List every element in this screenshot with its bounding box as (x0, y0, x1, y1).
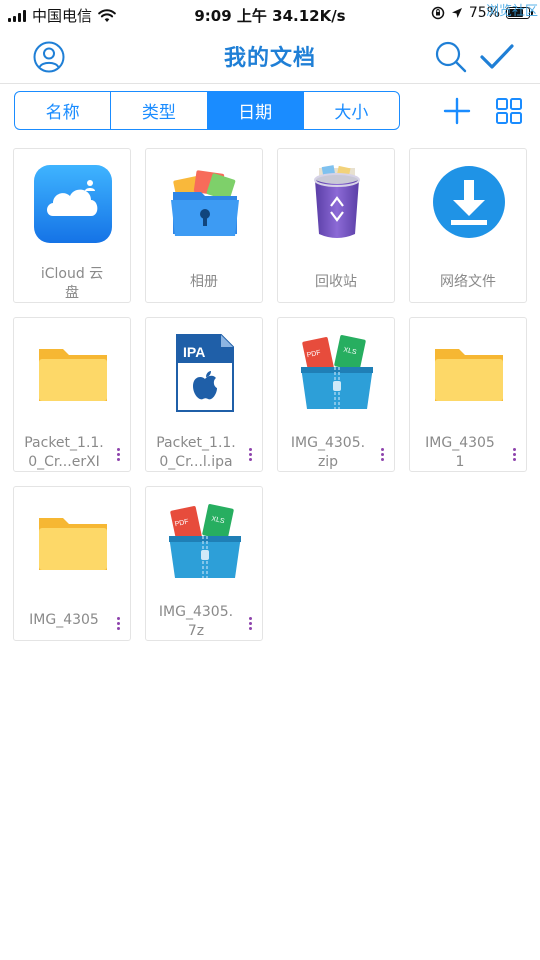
photo-album-icon (164, 163, 246, 245)
file-item-icloud[interactable]: iCloud 云 盘 (13, 148, 131, 303)
status-bar: 中国电信 9:09 上午 34.12K/s 75% 浏览社区 (0, 0, 540, 30)
sort-segmented-control: 名称 类型 日期 大小 (14, 91, 400, 130)
orientation-lock-icon (431, 6, 445, 20)
file-item-packet-folder[interactable]: Packet_1.1. 0_Cr...erXI (13, 317, 131, 472)
file-name: IMG_4305. zip (290, 435, 366, 470)
folder-icon (32, 501, 114, 583)
nav-divider (0, 83, 540, 84)
ipa-file-icon: IPA (164, 332, 246, 414)
grid-view-icon (496, 98, 522, 124)
file-item-network-files[interactable]: 网络文件 (409, 148, 527, 303)
icloud-icon (32, 163, 114, 245)
sort-tab-date[interactable]: 日期 (207, 92, 304, 129)
search-button[interactable] (432, 38, 470, 76)
folder-icon (32, 332, 114, 414)
archive-icon: PDF XLS (296, 332, 378, 414)
search-icon (435, 41, 467, 73)
add-button[interactable] (440, 94, 474, 128)
archive-icon: PDF XLS (164, 501, 246, 583)
file-item-recycle-bin[interactable]: 回收站 (277, 148, 395, 303)
more-options-button[interactable] (376, 444, 388, 464)
location-icon (451, 8, 462, 18)
file-name: IMG_4305 1 (425, 435, 495, 470)
sort-tab-name[interactable]: 名称 (15, 92, 112, 129)
checkmark-icon (480, 44, 514, 69)
file-name: IMG_4305. 7z (158, 604, 234, 639)
sort-tab-size[interactable]: 大小 (304, 92, 399, 129)
folder-icon (428, 332, 510, 414)
download-icon (428, 163, 510, 245)
more-options-button[interactable] (244, 613, 256, 633)
file-item-packet-ipa[interactable]: IPA Packet_1.1. 0_Cr...l.ipa (145, 317, 263, 472)
grid-view-button[interactable] (492, 94, 526, 128)
more-options-button[interactable] (112, 613, 124, 633)
select-button[interactable] (478, 38, 516, 76)
file-name: IMG_4305 (29, 612, 99, 628)
file-item-album[interactable]: 相册 (145, 148, 263, 303)
file-name: iCloud 云 盘 (40, 266, 104, 301)
nav-bar: 我的文档 (0, 30, 540, 84)
more-options-button[interactable] (112, 444, 124, 464)
file-name: 网络文件 (440, 274, 496, 290)
file-name: Packet_1.1. 0_Cr...erXI (24, 435, 104, 470)
file-name: 相册 (190, 274, 218, 290)
file-name: 回收站 (315, 274, 357, 290)
recycle-bin-icon (296, 163, 378, 245)
watermark-text: 浏览社区 (485, 4, 538, 19)
file-item-img-folder[interactable]: IMG_4305 (13, 486, 131, 641)
file-name: Packet_1.1. 0_Cr...l.ipa (156, 435, 236, 470)
file-item-img-7z[interactable]: PDF XLS IMG_4305. 7z (145, 486, 263, 641)
plus-icon (443, 97, 471, 125)
more-options-button[interactable] (508, 444, 520, 464)
sort-tab-type[interactable]: 类型 (111, 92, 208, 129)
file-item-img-folder-1[interactable]: IMG_4305 1 (409, 317, 527, 472)
more-options-button[interactable] (244, 444, 256, 464)
svg-text:IPA: IPA (183, 344, 205, 360)
file-item-img-zip[interactable]: PDF XLS IMG_4305. zip (277, 317, 395, 472)
